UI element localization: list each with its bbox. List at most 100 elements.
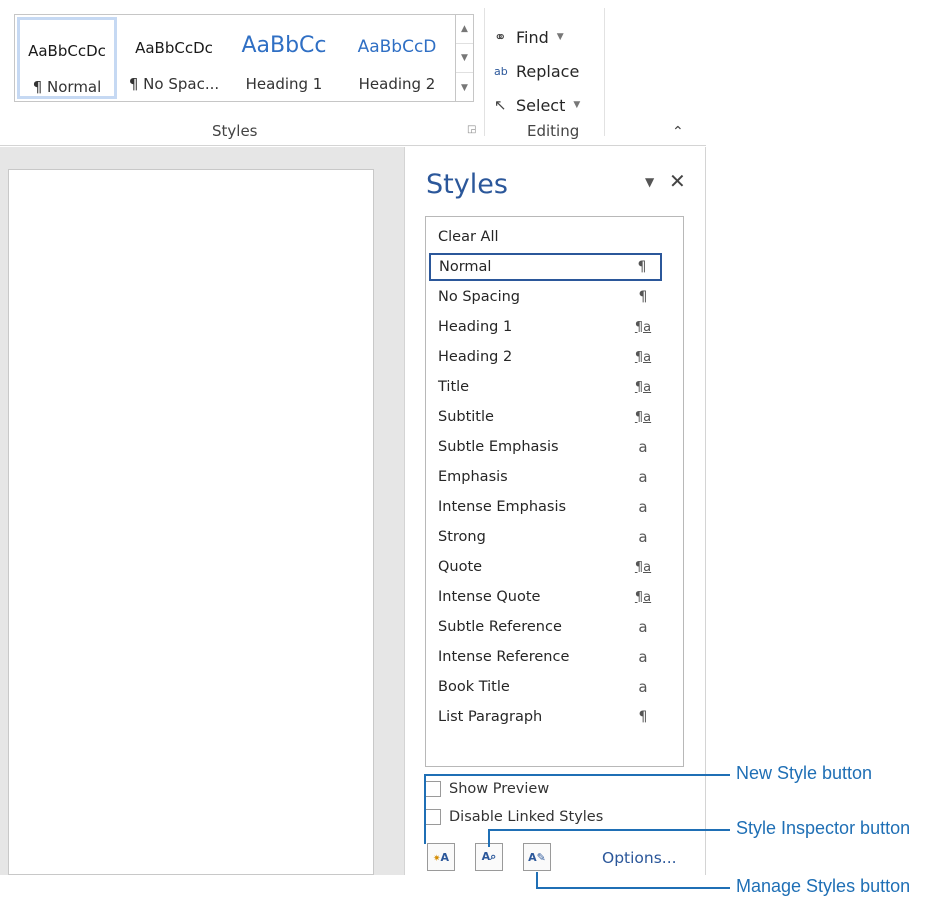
style-list-item[interactable]: Emphasis a [429,463,662,491]
scroll-up-icon[interactable]: ▲ [456,15,473,44]
cursor-icon: ↖ [494,96,507,114]
style-list-item[interactable]: List Paragraph ¶ [429,703,662,731]
style-name: Subtle Emphasis [438,439,559,455]
pane-options-chevron-icon[interactable]: ▼ [645,175,654,189]
replace-icon: ab [494,64,508,78]
find-label: Find [516,27,549,47]
style-list: Clear All Normal ¶ No Spacing ¶ Heading 1 ¶a He… [425,216,684,767]
style-name: Intense Reference [438,649,570,665]
paragraph-style-icon: ¶ [637,259,647,275]
linked-style-icon: ¶a [634,409,652,425]
styles-pane: Styles ▼ ✕ Clear All Normal ¶ No Spacing ¶ He… [404,147,706,875]
style-name: Heading 1 [438,319,513,335]
close-icon[interactable]: ✕ [669,169,686,193]
linked-style-icon: ¶a [634,379,652,395]
disable-linked-styles-checkbox[interactable]: Disable Linked Styles [425,803,603,831]
pane-checkboxes: Show Preview Disable Linked Styles [425,775,603,831]
binoculars-icon: ⚭ [494,28,507,46]
style-list-item[interactable]: No Spacing ¶ [429,283,662,311]
style-name: Quote [438,559,483,575]
styles-dialog-launcher-icon[interactable]: ◲ [467,124,479,136]
style-list-item[interactable]: Subtitle ¶a [429,403,662,431]
style-name: Normal [439,259,492,275]
show-preview-checkbox[interactable]: Show Preview [425,775,603,803]
gallery-more-icon[interactable]: ▼ [456,73,473,102]
style-name: Subtle Reference [438,619,562,635]
style-name: Heading 2 [438,349,513,365]
select-button[interactable]: ↖ Select ▼ [494,88,604,122]
checkbox-box[interactable] [425,781,441,797]
style-list-item[interactable]: Normal ¶ [429,253,662,281]
group-separator [484,8,485,136]
style-label: ¶ Normal [32,78,102,96]
style-name: List Paragraph [438,709,543,725]
collapse-ribbon-icon[interactable]: ⌃ [672,124,684,140]
document-area [0,147,405,875]
paragraph-style-icon: ¶ [638,709,648,725]
new-style-icon: ✷A [432,850,450,864]
style-sample: AaBbCcDc [28,42,106,60]
style-name: Intense Emphasis [438,499,567,515]
disable-linked-styles-label: Disable Linked Styles [449,809,604,825]
gallery-style-no-spacing[interactable]: AaBbCcDc ¶ No Spac... [121,17,227,99]
style-list-item[interactable]: Heading 2 ¶a [429,343,662,371]
replace-label: Replace [516,61,580,81]
character-style-icon: a [638,648,648,666]
style-label: Heading 2 [358,75,436,93]
document-page[interactable] [8,169,374,875]
scroll-down-icon[interactable]: ▼ [456,44,473,73]
character-style-icon: a [638,468,648,486]
character-style-icon: a [638,528,648,546]
ribbon: AaBbCcDc ¶ Normal AaBbCcDc ¶ No Spac... … [0,0,706,146]
style-name: Intense Quote [438,589,541,605]
pane-title: Styles [426,169,508,200]
callout-label-manage-styles: Manage Styles button [736,876,911,896]
style-list-item[interactable]: Title ¶a [429,373,662,401]
callout-line [536,887,730,889]
style-name: No Spacing [438,289,521,305]
style-sample: AaBbCcDc [135,39,213,57]
new-style-button[interactable]: ✷A [427,843,455,871]
style-list-item[interactable]: Subtle Reference a [429,613,662,641]
style-inspector-button[interactable]: A⌕ [475,843,503,871]
style-label: Heading 1 [245,75,323,93]
style-list-item[interactable]: Quote ¶a [429,553,662,581]
style-list-item[interactable]: Clear All [429,223,662,251]
style-sample: AaBbCcD [357,37,437,57]
character-style-icon: a [638,618,648,636]
style-list-item[interactable]: Intense Quote ¶a [429,583,662,611]
styles-group-label: Styles [212,122,258,140]
style-list-item[interactable]: Subtle Emphasis a [429,433,662,461]
linked-style-icon: ¶a [634,319,652,335]
style-sample: AaBbCc [241,33,327,58]
manage-styles-button[interactable]: A✎ [523,843,551,871]
editing-group: ⚭ Find ▼ ab Replace ↖ Select ▼ [494,20,604,122]
options-link[interactable]: Options... [602,849,677,867]
character-style-icon: a [638,678,648,696]
style-list-item[interactable]: Strong a [429,523,662,551]
paragraph-style-icon: ¶ [638,289,648,305]
find-button[interactable]: ⚭ Find ▼ [494,20,604,54]
character-style-icon: a [638,438,648,456]
character-style-icon: a [638,498,648,516]
gallery-style-heading-1[interactable]: AaBbCc Heading 1 [229,17,339,99]
style-name: Emphasis [438,469,508,485]
show-preview-label: Show Preview [449,781,550,797]
style-list-item[interactable]: Heading 1 ¶a [429,313,662,341]
style-list-item[interactable]: Book Title a [429,673,662,701]
styles-gallery: AaBbCcDc ¶ Normal AaBbCcDc ¶ No Spac... … [14,14,456,102]
gallery-style-heading-2[interactable]: AaBbCcD Heading 2 [341,17,453,99]
gallery-style-normal[interactable]: AaBbCcDc ¶ Normal [17,17,117,99]
gallery-scrollbar: ▲ ▼ ▼ [456,14,474,102]
style-list-item[interactable]: Intense Emphasis a [429,493,662,521]
style-label: ¶ No Spac... [128,75,220,93]
callout-line [488,829,490,847]
checkbox-box[interactable] [425,809,441,825]
replace-button[interactable]: ab Replace [494,54,604,88]
style-list-item[interactable]: Intense Reference a [429,643,662,671]
editing-group-label: Editing [527,122,580,140]
style-name: Clear All [438,229,499,245]
select-label: Select [516,95,566,115]
callout-line [424,774,426,844]
callout-label-style-inspector: Style Inspector button [736,818,911,838]
